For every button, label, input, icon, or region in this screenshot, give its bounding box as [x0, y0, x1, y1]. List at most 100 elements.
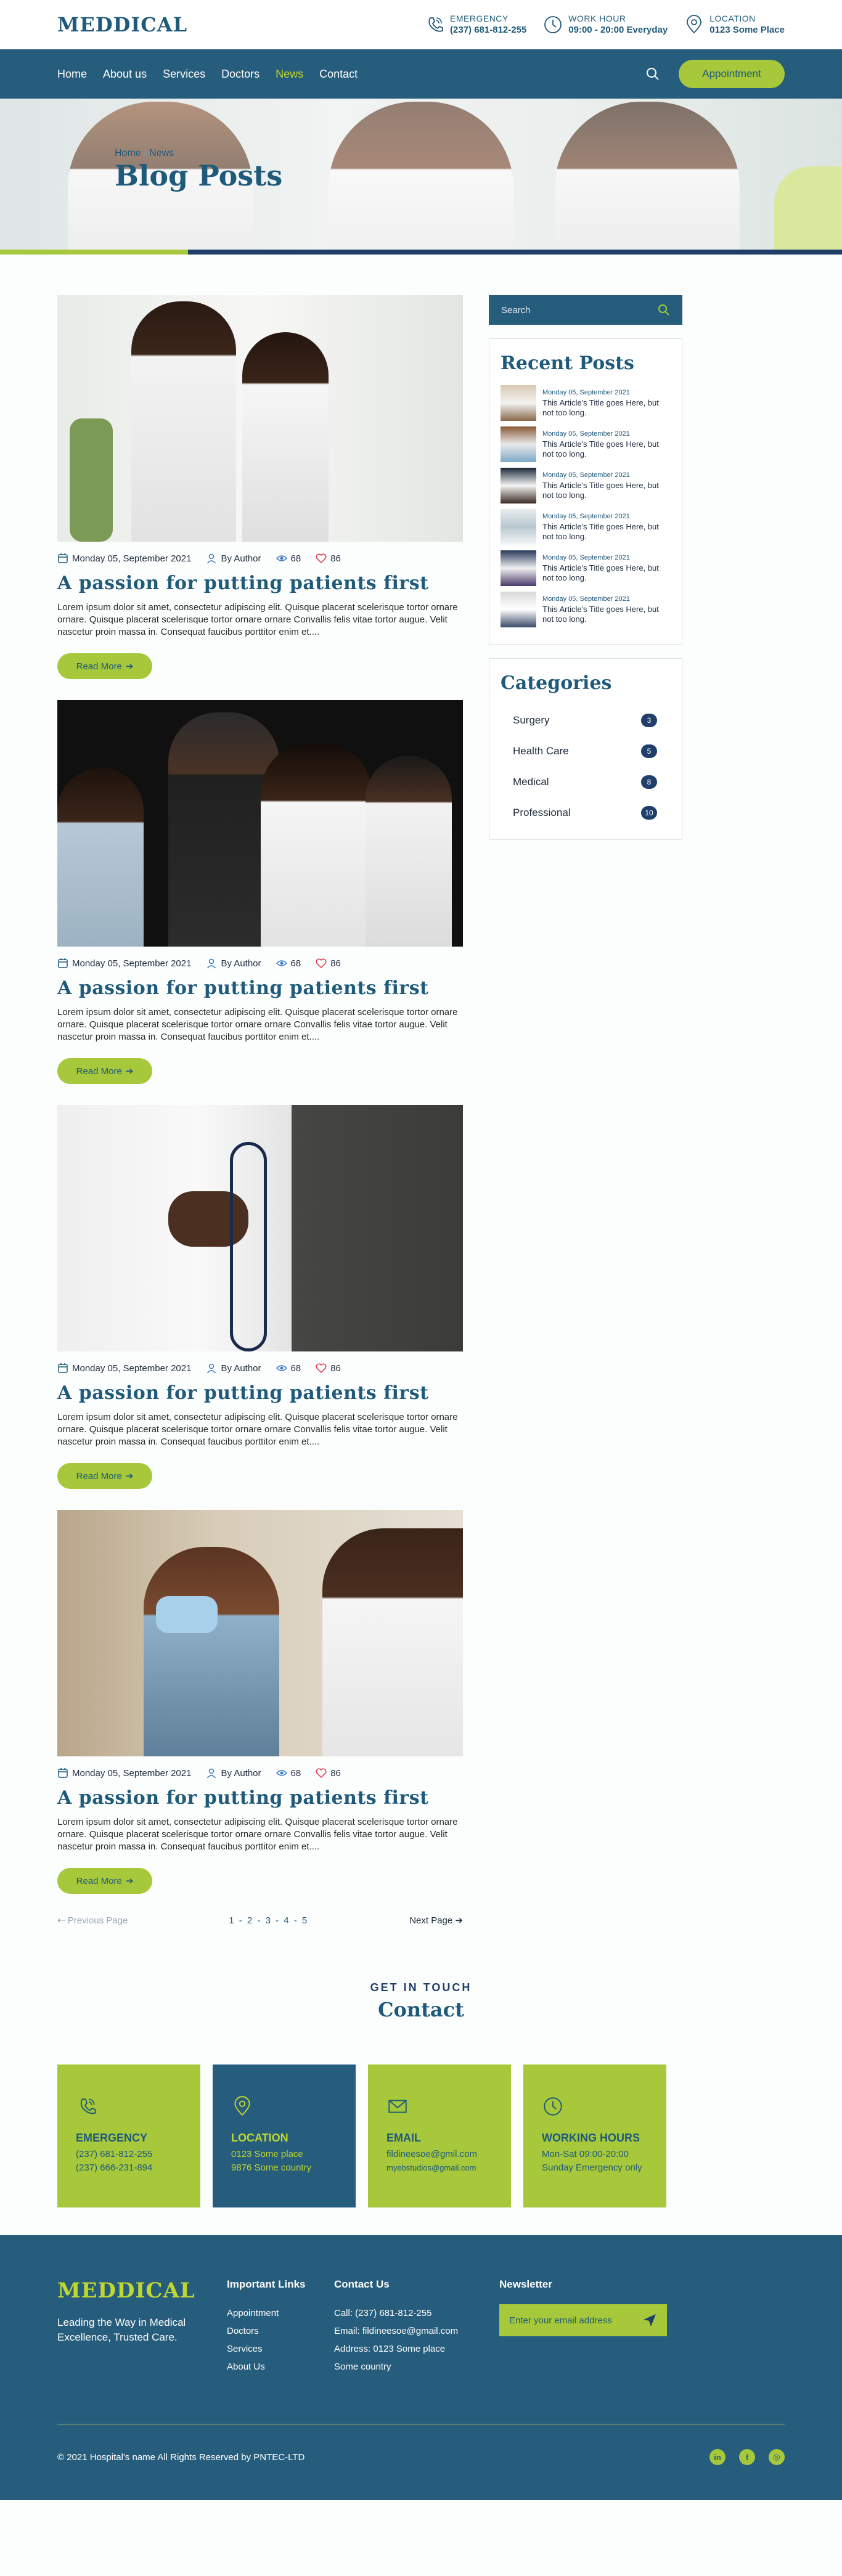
- nav-home[interactable]: Home: [57, 68, 87, 81]
- location-icon: [234, 2096, 250, 2116]
- instagram-icon[interactable]: ◎: [769, 2449, 785, 2465]
- heart-icon[interactable]: [316, 1767, 327, 1779]
- read-more-button[interactable]: Read More ➔: [57, 1058, 152, 1084]
- top-header: MEDDICAL EMERGENCY (237) 681-812-255 WORK…: [0, 0, 842, 49]
- phone-icon: [80, 2098, 96, 2114]
- recent-post-item[interactable]: Monday 05, September 2021 This Article's …: [501, 550, 671, 586]
- recent-post-item[interactable]: Monday 05, September 2021 This Article's …: [501, 385, 671, 421]
- location-title: LOCATION: [709, 14, 756, 23]
- newsletter-email-input[interactable]: [509, 2315, 642, 2326]
- post-excerpt: Lorem ipsum dolor sit amet, consectetur …: [57, 1412, 458, 1447]
- work-hour-info: WORK HOUR 09:00 - 20:00 Everyday: [542, 13, 668, 36]
- post-date: Monday 05, September 2021: [72, 958, 192, 969]
- page-hero: Home / News Blog Posts: [0, 99, 842, 250]
- read-more-button[interactable]: Read More ➔: [57, 1463, 152, 1489]
- post-date: Monday 05, September 2021: [72, 553, 192, 564]
- heart-icon[interactable]: [316, 553, 327, 564]
- footer-link-appointment[interactable]: Appointment: [227, 2304, 334, 2322]
- user-icon: [207, 1768, 216, 1779]
- post-author[interactable]: By Author: [221, 1768, 261, 1779]
- category-item[interactable]: Surgery 3: [501, 705, 671, 736]
- arrow-left-icon: ⇠: [57, 1915, 68, 1926]
- post-meta: Monday 05, September 2021 By Author 68 8…: [57, 958, 463, 969]
- send-icon[interactable]: [642, 2313, 657, 2328]
- recent-post-thumbnail: [501, 385, 536, 421]
- recent-posts-title: Recent Posts: [501, 353, 634, 374]
- post-title[interactable]: A passion for putting patients first: [57, 1787, 463, 1809]
- recent-post-item[interactable]: Monday 05, September 2021 This Article's …: [501, 426, 671, 462]
- search-icon[interactable]: [658, 304, 670, 316]
- category-count: 5: [641, 744, 657, 758]
- site-logo[interactable]: MEDDICAL: [57, 13, 187, 36]
- recent-post-thumbnail: [501, 550, 536, 586]
- recent-post-thumbnail: [501, 426, 536, 462]
- post-author[interactable]: By Author: [221, 553, 261, 564]
- footer-link-about[interactable]: About Us: [227, 2358, 334, 2376]
- footer-tagline: Leading the Way in Medical Excellence, T…: [57, 2317, 186, 2343]
- breadcrumb-home[interactable]: Home: [115, 148, 141, 158]
- heart-icon[interactable]: [316, 1363, 327, 1374]
- appointment-button[interactable]: Appointment: [679, 60, 785, 88]
- facebook-icon[interactable]: f: [739, 2449, 755, 2465]
- eye-icon: [276, 555, 287, 561]
- post-title[interactable]: A passion for putting patients first: [57, 1382, 463, 1404]
- post-image[interactable]: [57, 1510, 463, 1756]
- nav-doctors[interactable]: Doctors: [221, 68, 260, 81]
- recent-posts-card: Recent Posts Monday 05, September 2021 Th…: [489, 338, 682, 645]
- post-image[interactable]: [57, 700, 463, 947]
- categories-title: Categories: [501, 672, 612, 694]
- search-input[interactable]: [501, 304, 658, 316]
- work-hour-value: 09:00 - 20:00 Everyday: [568, 25, 668, 35]
- recent-post-thumbnail: [501, 468, 536, 503]
- read-more-button[interactable]: Read More ➔: [57, 653, 152, 679]
- category-item[interactable]: Health Care 5: [501, 736, 671, 767]
- post-list: Monday 05, September 2021 By Author 68 8…: [57, 295, 463, 1926]
- post-author[interactable]: By Author: [221, 958, 261, 969]
- social-links: in f ◎: [709, 2449, 785, 2465]
- category-item[interactable]: Medical 8: [501, 767, 671, 797]
- blog-post: Monday 05, September 2021 By Author 68 8…: [57, 295, 463, 679]
- heart-icon[interactable]: [316, 958, 327, 969]
- blog-post: Monday 05, September 2021 By Author 68 8…: [57, 700, 463, 1084]
- location-info: LOCATION 0123 Some Place: [684, 13, 785, 36]
- post-meta: Monday 05, September 2021 By Author 68 8…: [57, 1363, 463, 1374]
- post-title[interactable]: A passion for putting patients first: [57, 977, 463, 999]
- post-views: 68: [290, 1767, 301, 1779]
- page-numbers[interactable]: 1 - 2 - 3 - 4 - 5: [229, 1915, 308, 1926]
- next-page-link[interactable]: Next Page ➔: [409, 1915, 463, 1926]
- read-more-button[interactable]: Read More ➔: [57, 1868, 152, 1894]
- emergency-title: EMERGENCY: [450, 14, 509, 23]
- contact-cards: EMERGENCY (237) 681-812-255 (237) 666-23…: [57, 2064, 785, 2207]
- header-info: EMERGENCY (237) 681-812-255 WORK HOUR 09:0…: [424, 13, 785, 36]
- category-item[interactable]: Professional 10: [501, 797, 671, 828]
- calendar-icon: [58, 553, 68, 563]
- previous-page-link[interactable]: ⇠ Previous Page: [57, 1915, 128, 1926]
- post-meta: Monday 05, September 2021 By Author 68 8…: [57, 1767, 463, 1779]
- footer-logo[interactable]: MEDDICAL: [57, 2278, 227, 2303]
- nav-contact[interactable]: Contact: [319, 68, 358, 81]
- post-date: Monday 05, September 2021: [72, 1767, 192, 1779]
- recent-post-item[interactable]: Monday 05, September 2021 This Article's …: [501, 592, 671, 627]
- post-title[interactable]: A passion for putting patients first: [57, 573, 463, 594]
- post-likes: 86: [330, 553, 341, 564]
- nav-news[interactable]: News: [276, 68, 303, 81]
- main-content: Monday 05, September 2021 By Author 68 8…: [57, 255, 785, 1926]
- post-author[interactable]: By Author: [221, 1363, 261, 1374]
- calendar-icon: [58, 1768, 68, 1778]
- post-image[interactable]: [57, 295, 463, 542]
- arrow-right-icon: ➔: [125, 1066, 134, 1077]
- recent-post-item[interactable]: Monday 05, September 2021 This Article's …: [501, 468, 671, 503]
- nav-services[interactable]: Services: [163, 68, 205, 81]
- mail-icon: [388, 2100, 407, 2113]
- post-image[interactable]: [57, 1105, 463, 1351]
- eye-icon: [276, 1365, 287, 1371]
- sidebar: Recent Posts Monday 05, September 2021Th…: [489, 295, 682, 1926]
- post-likes: 86: [330, 1363, 341, 1374]
- search-icon[interactable]: [645, 67, 660, 81]
- category-count: 10: [641, 806, 657, 820]
- footer-link-services[interactable]: Services: [227, 2340, 334, 2358]
- footer-link-doctors[interactable]: Doctors: [227, 2322, 334, 2340]
- nav-about[interactable]: About us: [103, 68, 147, 81]
- recent-post-item[interactable]: Monday 05, September 2021 This Article's …: [501, 509, 671, 545]
- linkedin-icon[interactable]: in: [709, 2449, 726, 2465]
